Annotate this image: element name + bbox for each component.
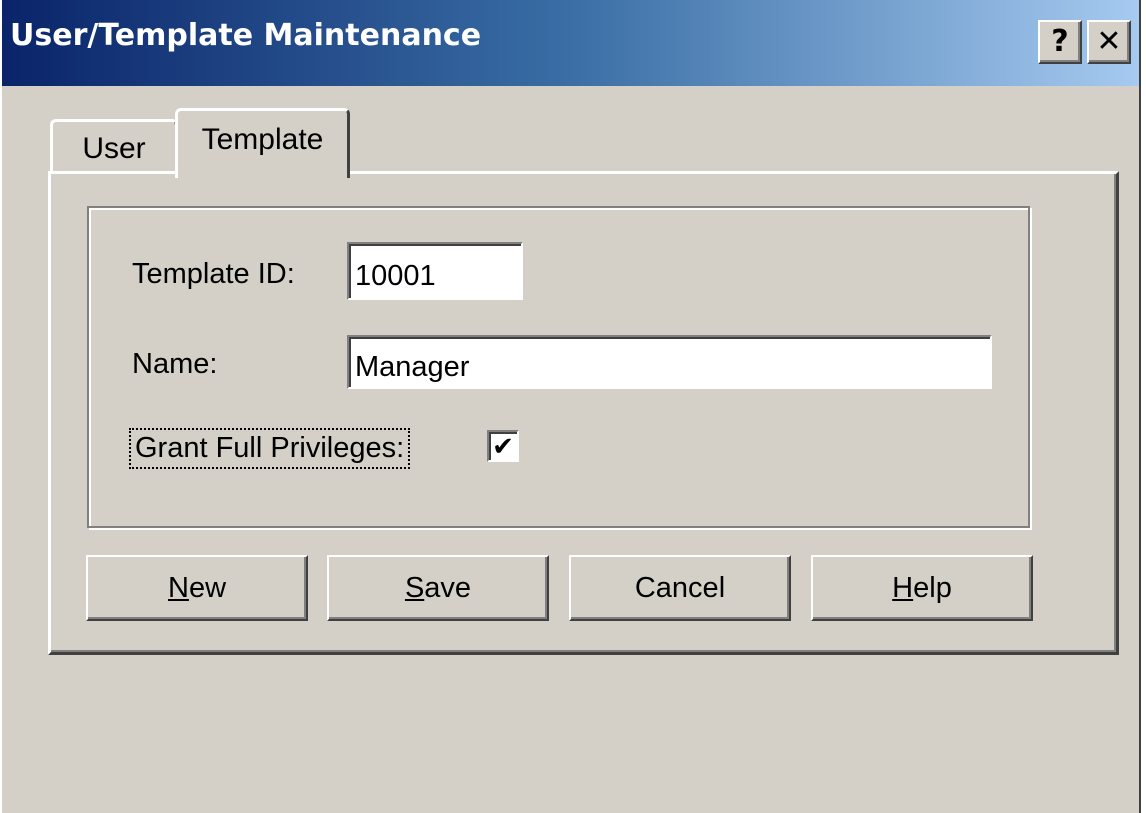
template-id-label: Template ID: [132, 258, 295, 290]
title-bar[interactable]: User/Template Maintenance ? ✕ [2, 0, 1139, 86]
template-tab-panel: Template ID: Name: Grant Full Privileges… [48, 171, 1119, 655]
tab-template[interactable]: Template [175, 108, 350, 178]
template-group-box: Template ID: Name: Grant Full Privileges… [87, 206, 1030, 528]
name-label: Name: [132, 348, 218, 380]
grant-full-privileges-label[interactable]: Grant Full Privileges: [129, 428, 411, 469]
template-id-input[interactable] [347, 242, 523, 300]
tab-template-label: Template [201, 123, 324, 156]
tab-user[interactable]: User [50, 119, 178, 175]
help-icon[interactable]: ? [1038, 20, 1082, 64]
dialog-window: User/Template Maintenance ? ✕ User Templ… [0, 0, 1141, 813]
close-icon[interactable]: ✕ [1087, 20, 1131, 64]
tab-user-label: User [82, 132, 146, 165]
save-label-rest: ave [424, 571, 472, 604]
cancel-label: Cancel [634, 571, 726, 604]
new-button[interactable]: New [86, 555, 308, 621]
window-title: User/Template Maintenance [10, 18, 482, 53]
help-button[interactable]: Help [811, 555, 1033, 621]
checkmark-icon: ✔ [492, 431, 514, 461]
save-button[interactable]: Save [327, 555, 549, 621]
grant-full-privileges-checkbox[interactable]: ✔ [487, 430, 519, 462]
help-label-rest: elp [913, 571, 952, 604]
new-mnemonic: N [167, 571, 189, 604]
cancel-button[interactable]: Cancel [569, 555, 791, 621]
save-mnemonic: S [404, 571, 425, 604]
help-mnemonic: H [892, 571, 914, 604]
name-input[interactable] [347, 335, 992, 389]
new-label-rest: ew [188, 571, 227, 604]
